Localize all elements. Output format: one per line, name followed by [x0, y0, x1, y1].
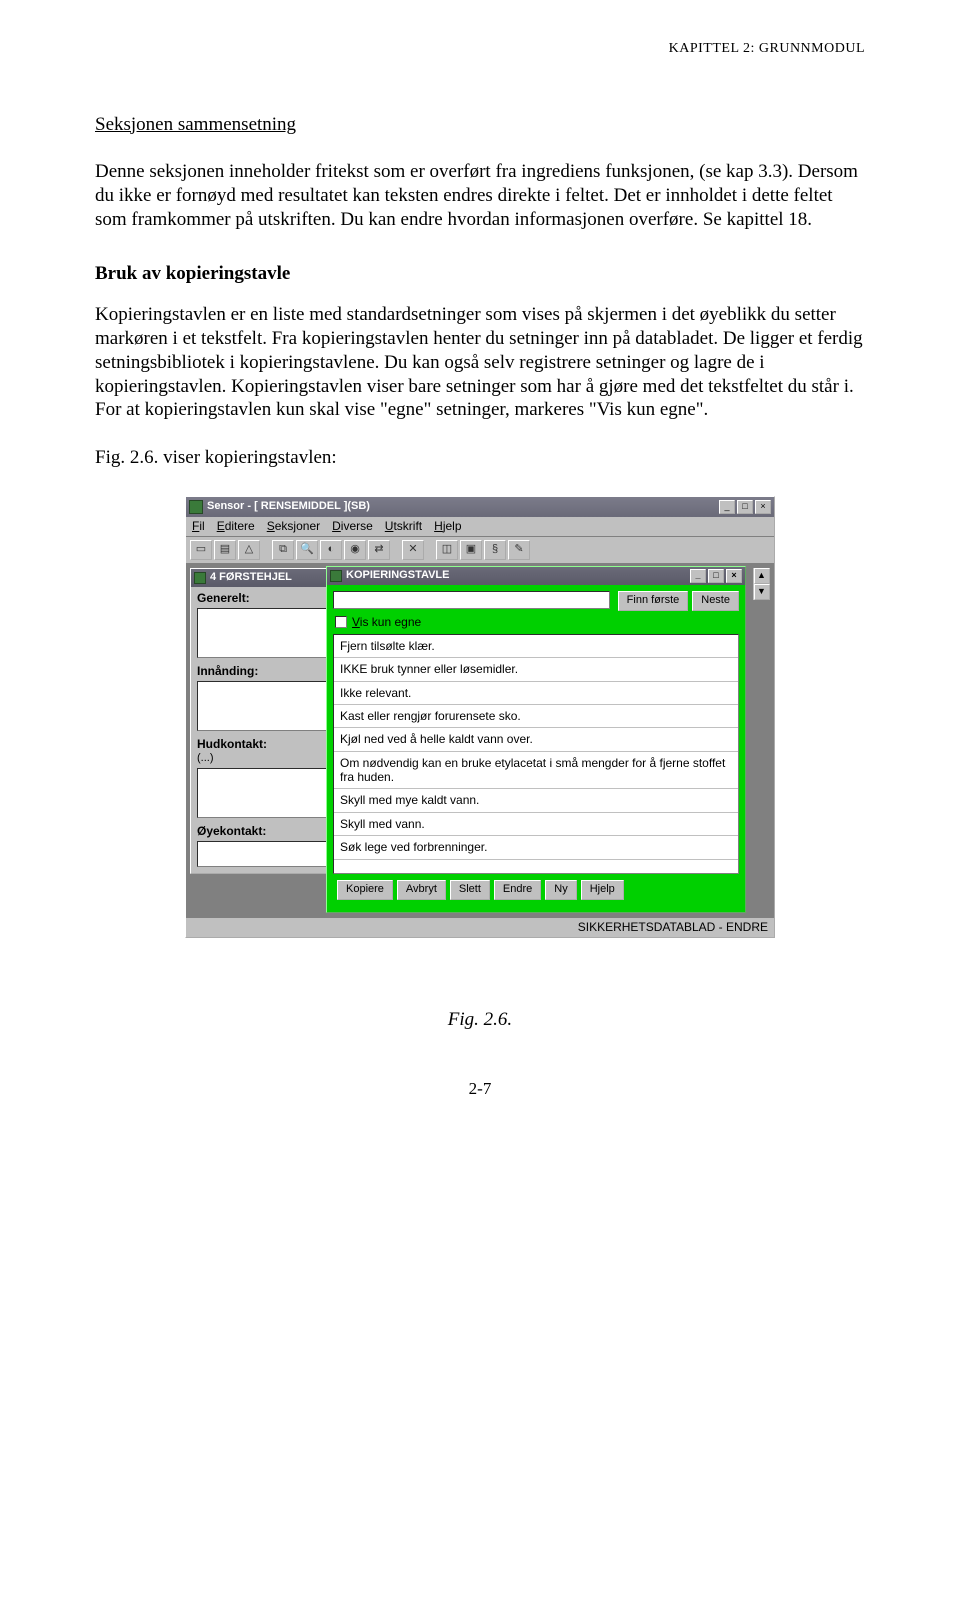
- kopiere-button[interactable]: Kopiere: [337, 880, 393, 900]
- tool-section-icon[interactable]: §: [484, 540, 506, 560]
- toolbar: ▭ ▤ △ ⧉ 🔍 ◐ ◉ ⇄ ✕ ◫ ▣ § ✎: [186, 537, 774, 564]
- subheading: Bruk av kopieringstavle: [95, 262, 865, 286]
- vis-kun-egne-label: Vis kun egne: [352, 615, 421, 630]
- list-item[interactable]: Skyll med vann.: [334, 813, 738, 836]
- app-title: Sensor - [ RENSEMIDDEL ](SB): [207, 500, 719, 514]
- tool-swap-icon[interactable]: ⇄: [368, 540, 390, 560]
- tool-cross-icon[interactable]: ✕: [402, 540, 424, 560]
- maximize-button[interactable]: □: [737, 500, 753, 514]
- finn-forste-button[interactable]: Finn første: [618, 591, 689, 611]
- list-item[interactable]: Ikke relevant.: [334, 682, 738, 705]
- tool-doc-icon[interactable]: ▭: [190, 540, 212, 560]
- menu-seksjoner[interactable]: Seksjoner: [267, 519, 320, 534]
- tool-warn-icon[interactable]: △: [238, 540, 260, 560]
- vis-kun-egne-row[interactable]: Vis kun egne: [335, 615, 739, 630]
- list-item[interactable]: Søk lege ved forbrenninger.: [334, 836, 738, 859]
- list-item[interactable]: Skyll med mye kaldt vann.: [334, 789, 738, 812]
- list-item[interactable]: Fjern tilsølte klær.: [334, 635, 738, 658]
- close-button[interactable]: ×: [755, 500, 771, 514]
- ny-button[interactable]: Ny: [545, 880, 576, 900]
- minimize-button[interactable]: _: [719, 500, 735, 514]
- page-number: 2-7: [95, 1078, 865, 1099]
- app-titlebar: Sensor - [ RENSEMIDDEL ](SB) _ □ ×: [186, 497, 774, 517]
- menu-hjelp[interactable]: Hjelp: [434, 519, 461, 534]
- avbryt-button[interactable]: Avbryt: [397, 880, 446, 900]
- hjelp-button[interactable]: Hjelp: [581, 880, 624, 900]
- status-bar: SIKKERHETSDATABLAD - ENDRE: [186, 917, 774, 937]
- popup-maximize-button[interactable]: □: [708, 569, 724, 583]
- left-doc-title: 4 FØRSTEHJEL: [210, 571, 292, 585]
- popup-close-button[interactable]: ×: [726, 569, 742, 583]
- figure-note: Fig. 2.6. viser kopieringstavlen:: [95, 446, 865, 470]
- list-item[interactable]: IKKE bruk tynner eller løsemidler.: [334, 658, 738, 681]
- status-text: SIKKERHETSDATABLAD - ENDRE: [578, 920, 768, 935]
- tool-find-icon[interactable]: 🔍: [296, 540, 318, 560]
- popup-title: KOPIERINGSTAVLE: [346, 569, 690, 583]
- paragraph-1: Denne seksjonen inneholder fritekst som …: [95, 160, 865, 231]
- tool-copy-icon[interactable]: ⧉: [272, 540, 294, 560]
- neste-button[interactable]: Neste: [692, 591, 739, 611]
- paragraph-2: Kopieringstavlen er en liste med standar…: [95, 303, 865, 422]
- slett-button[interactable]: Slett: [450, 880, 490, 900]
- left-doc-icon: [194, 572, 206, 584]
- menu-utskrift[interactable]: Utskrift: [385, 519, 422, 534]
- scroll-up-icon[interactable]: ▲: [754, 568, 770, 584]
- popup-titlebar: KOPIERINGSTAVLE _ □ ×: [327, 567, 745, 585]
- figure-caption: Fig. 2.6.: [95, 1008, 865, 1032]
- tool-eye-icon[interactable]: ◉: [344, 540, 366, 560]
- popup-button-row: Kopiere Avbryt Slett Endre Ny Hjelp: [333, 874, 739, 904]
- popup-minimize-button[interactable]: _: [690, 569, 706, 583]
- tool-truck-icon[interactable]: ◫: [436, 540, 458, 560]
- menu-bar: Fil Editere Seksjoner Diverse Utskrift H…: [186, 517, 774, 537]
- screenshot-figure: Sensor - [ RENSEMIDDEL ](SB) _ □ × Fil E…: [185, 496, 775, 938]
- section-title: Seksjonen sammensetning: [95, 113, 865, 137]
- scroll-down-icon[interactable]: ▼: [754, 584, 770, 600]
- popup-kopieringstavle: KOPIERINGSTAVLE _ □ × Finn første Neste: [326, 566, 746, 913]
- menu-editere[interactable]: Editere: [217, 519, 255, 534]
- menu-fil[interactable]: Fil: [192, 519, 205, 534]
- menu-diverse[interactable]: Diverse: [332, 519, 373, 534]
- mdi-scrollbar[interactable]: ▲ ▼: [752, 568, 770, 600]
- tool-stack-icon[interactable]: ▤: [214, 540, 236, 560]
- list-item[interactable]: Kjøl ned ved å helle kaldt vann over.: [334, 728, 738, 751]
- list-item[interactable]: Kast eller rengjør forurensete sko.: [334, 705, 738, 728]
- popup-search-input[interactable]: [333, 591, 610, 609]
- tool-note-icon[interactable]: ✎: [508, 540, 530, 560]
- chapter-header: KAPITTEL 2: GRUNNMODUL: [95, 40, 865, 58]
- tool-globe-icon[interactable]: ◐: [320, 540, 342, 560]
- app-icon: [189, 500, 203, 514]
- popup-icon: [330, 570, 342, 582]
- vis-kun-egne-checkbox[interactable]: [335, 616, 347, 628]
- mdi-area: 4 FØRSTEHJEL Generelt: Innånding: Hudkon…: [186, 564, 774, 917]
- list-item[interactable]: Om nødvendig kan en bruke etylacetat i s…: [334, 752, 738, 790]
- tool-car-icon[interactable]: ▣: [460, 540, 482, 560]
- sentence-list[interactable]: Fjern tilsølte klær. IKKE bruk tynner el…: [333, 634, 739, 874]
- endre-button[interactable]: Endre: [494, 880, 541, 900]
